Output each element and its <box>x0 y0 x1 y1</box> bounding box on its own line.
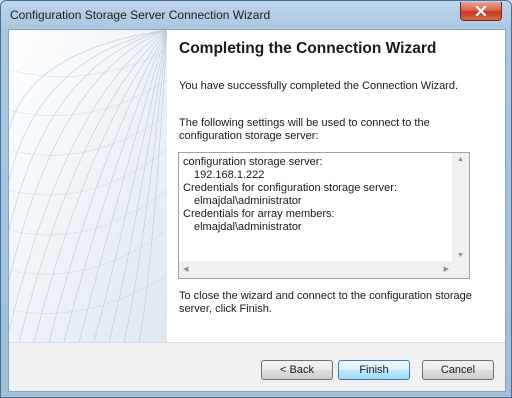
wizard-content: Completing the Connection Wizard You hav… <box>178 30 496 342</box>
server-label: configuration storage server: <box>183 156 323 168</box>
credentials-array-value: elmajdal\administrator <box>194 221 302 233</box>
horizontal-scrollbar[interactable]: ◀ ▶ <box>179 261 452 278</box>
wizard-banner-image <box>9 30 167 342</box>
server-value: 192.168.1.222 <box>194 169 265 181</box>
scroll-up-icon[interactable]: ▲ <box>457 156 464 163</box>
settings-summary-text: configuration storage server: 192.168.1.… <box>183 156 451 234</box>
title-bar[interactable]: Configuration Storage Server Connection … <box>1 1 511 29</box>
back-button[interactable]: < Back <box>261 360 333 380</box>
credentials-server-label: Credentials for configuration storage se… <box>183 182 397 194</box>
finish-button[interactable]: Finish <box>338 360 410 380</box>
cancel-button[interactable]: Cancel <box>422 360 494 380</box>
close-instruction-text: To close the wizard and connect to the c… <box>179 290 472 315</box>
close-button[interactable] <box>460 2 502 21</box>
settings-intro-text: The following settings will be used to c… <box>179 117 430 142</box>
scroll-left-icon[interactable]: ◀ <box>183 265 188 273</box>
window-title: Configuration Storage Server Connection … <box>10 8 271 22</box>
scrollbar-corner <box>452 261 469 278</box>
credentials-array-label: Credentials for array members: <box>183 208 335 220</box>
intro-text: You have successfully completed the Conn… <box>179 80 459 92</box>
scroll-down-icon[interactable]: ▼ <box>457 252 464 259</box>
settings-summary-box[interactable]: configuration storage server: 192.168.1.… <box>178 152 470 279</box>
scroll-right-icon[interactable]: ▶ <box>444 265 449 273</box>
wizard-client-area: Completing the Connection Wizard You hav… <box>8 29 506 392</box>
wizard-window: Configuration Storage Server Connection … <box>0 0 512 398</box>
close-icon <box>475 6 487 16</box>
button-bar: < Back Finish Cancel <box>9 342 505 391</box>
page-title: Completing the Connection Wizard <box>179 40 437 57</box>
vertical-scrollbar[interactable]: ▲ ▼ <box>452 153 469 261</box>
credentials-server-value: elmajdal\administrator <box>194 195 302 207</box>
